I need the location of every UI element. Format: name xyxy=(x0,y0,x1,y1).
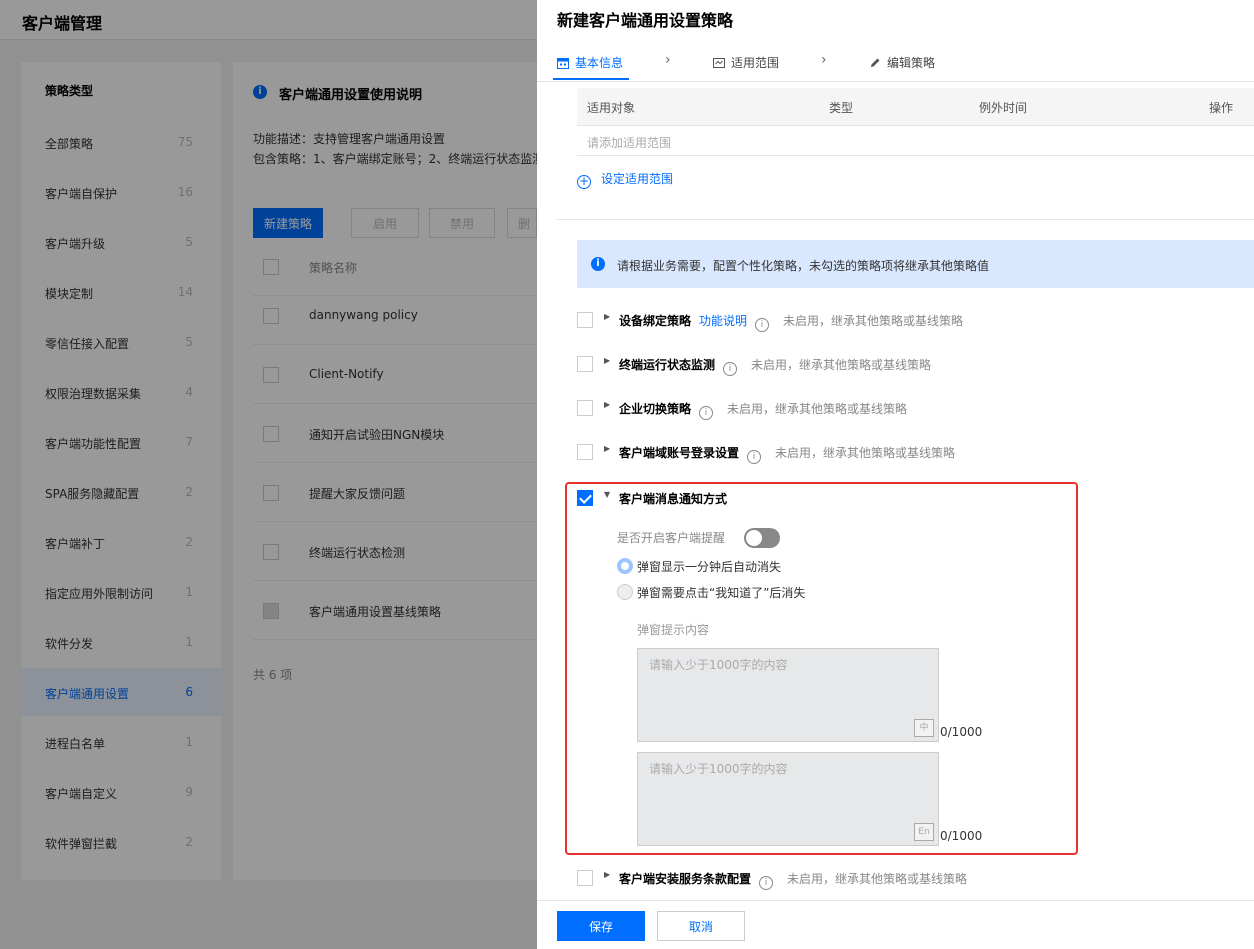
modal-overlay[interactable] xyxy=(0,0,537,949)
radio-label: 弹窗显示一分钟后自动消失 xyxy=(637,560,782,574)
policy-item-domain-login: ▶ 客户端域账号登录设置 i 未启用，继承其他策略或基线策略 xyxy=(577,440,1254,464)
policy-checkbox[interactable] xyxy=(577,444,593,460)
calendar-icon xyxy=(557,58,569,69)
radio-auto-dismiss[interactable]: 弹窗显示一分钟后自动消失 xyxy=(617,558,781,575)
policy-name: 企业切换策略 xyxy=(619,402,692,416)
step-label: 基本信息 xyxy=(575,56,624,70)
policy-item-enterprise-switch: ▶ 企业切换策略 i 未启用，继承其他策略或基线策略 xyxy=(577,396,1254,420)
drawer-footer: 保存 取消 xyxy=(537,900,1254,949)
column-exception-time: 例外时间 xyxy=(979,101,1028,115)
step-label: 编辑策略 xyxy=(887,56,936,70)
set-scope-label: 设定适用范围 xyxy=(601,172,674,186)
caret-right-icon[interactable]: ▶ xyxy=(604,356,610,365)
policy-name: 客户端安装服务条款配置 xyxy=(619,872,752,886)
radio-unselected[interactable] xyxy=(617,584,633,600)
radio-selected[interactable] xyxy=(617,558,633,574)
drawer-title: 新建客户端通用设置策略 xyxy=(557,11,734,30)
empty-placeholder: 请添加适用范围 xyxy=(587,136,672,150)
step-scope[interactable]: 适用范围 xyxy=(713,54,779,71)
policy-name: 客户端消息通知方式 xyxy=(619,492,728,506)
notice-text: 请根据业务需要，配置个性化策略，未勾选的策略项将继承其他策略值 xyxy=(617,259,990,273)
caret-right-icon[interactable]: ▶ xyxy=(604,400,610,409)
caret-down-icon[interactable]: ▼ xyxy=(604,490,610,499)
help-icon[interactable]: i xyxy=(759,876,774,890)
column-type: 类型 xyxy=(829,101,854,115)
popup-content-zh-textarea[interactable]: 请输入少于1000字的内容 中 xyxy=(637,648,939,742)
policy-item-notification: ▼ 客户端消息通知方式 xyxy=(577,486,1254,510)
notice-banner: i 请根据业务需要，配置个性化策略，未勾选的策略项将继承其他策略值 xyxy=(577,240,1254,288)
policy-item-device-binding: ▶ 设备绑定策略 功能说明 i 未启用，继承其他策略或基线策略 xyxy=(577,308,1254,332)
lang-en-badge: En xyxy=(914,823,934,841)
help-icon[interactable]: i xyxy=(699,406,714,420)
chevron-right-icon: › xyxy=(665,52,671,68)
policy-checkbox[interactable] xyxy=(577,400,593,416)
save-button[interactable]: 保存 xyxy=(557,911,645,941)
radio-click-dismiss[interactable]: 弹窗需要点击“我知道了”后消失 xyxy=(617,584,805,601)
step-nav: 基本信息 › 适用范围 › 编辑策略 xyxy=(537,44,1254,82)
info-icon: i xyxy=(591,257,605,271)
textarea-placeholder: 请输入少于1000字的内容 xyxy=(649,762,788,776)
cancel-button[interactable]: 取消 xyxy=(657,911,745,941)
set-scope-link[interactable]: + 设定适用范围 xyxy=(577,170,673,189)
feature-description-link[interactable]: 功能说明 xyxy=(699,314,747,328)
policy-item-install-terms: ▶ 客户端安装服务条款配置 i 未启用，继承其他策略或基线策略 xyxy=(577,866,1254,890)
policy-checkbox[interactable] xyxy=(577,870,593,886)
pencil-icon xyxy=(871,58,880,67)
scope-icon xyxy=(713,58,725,68)
scope-table-empty: 请添加适用范围 xyxy=(577,126,1254,156)
popup-content-en-textarea[interactable]: 请输入少于1000字的内容 En xyxy=(637,752,939,846)
policy-checkbox[interactable] xyxy=(577,356,593,372)
caret-right-icon[interactable]: ▶ xyxy=(604,444,610,453)
help-icon[interactable]: i xyxy=(747,450,762,464)
step-basic-info[interactable]: 基本信息 xyxy=(557,54,623,71)
step-edit-policy[interactable]: 编辑策略 xyxy=(869,54,935,71)
char-count-en: 0/1000 xyxy=(940,829,983,843)
policy-status: 未启用，继承其他策略或基线策略 xyxy=(727,402,908,416)
caret-right-icon[interactable]: ▶ xyxy=(604,312,610,321)
policy-name: 设备绑定策略 xyxy=(619,314,692,328)
char-count-zh: 0/1000 xyxy=(940,725,983,739)
policy-status: 未启用，继承其他策略或基线策略 xyxy=(783,314,964,328)
policy-name: 终端运行状态监测 xyxy=(619,358,716,372)
scope-table-header: 适用对象 类型 例外时间 操作 xyxy=(577,88,1254,126)
caret-right-icon[interactable]: ▶ xyxy=(604,870,610,879)
policy-checkbox[interactable] xyxy=(577,312,593,328)
client-reminder-toggle[interactable] xyxy=(744,528,780,548)
lang-zh-badge: 中 xyxy=(914,719,934,737)
plus-circle-icon: + xyxy=(577,174,591,189)
column-target: 适用对象 xyxy=(587,101,636,115)
policy-item-terminal-monitor: ▶ 终端运行状态监测 i 未启用，继承其他策略或基线策略 xyxy=(577,352,1254,376)
help-icon[interactable]: i xyxy=(755,318,770,332)
policy-status: 未启用，继承其他策略或基线策略 xyxy=(775,446,956,460)
policy-status: 未启用，继承其他策略或基线策略 xyxy=(751,358,932,372)
chevron-right-icon: › xyxy=(821,52,827,68)
textarea-placeholder: 请输入少于1000字的内容 xyxy=(649,658,788,672)
active-step-indicator xyxy=(553,78,629,80)
popup-content-label: 弹窗提示内容 xyxy=(637,623,710,637)
policy-status: 未启用，继承其他策略或基线策略 xyxy=(787,872,968,886)
policy-checkbox-checked[interactable] xyxy=(577,490,593,506)
help-icon[interactable]: i xyxy=(723,362,738,376)
column-actions: 操作 xyxy=(1209,101,1234,115)
policy-name: 客户端域账号登录设置 xyxy=(619,446,740,460)
step-label: 适用范围 xyxy=(731,56,780,70)
toggle-label: 是否开启客户端提醒 xyxy=(617,531,726,545)
radio-label: 弹窗需要点击“我知道了”后消失 xyxy=(637,586,806,600)
divider xyxy=(557,219,1254,220)
